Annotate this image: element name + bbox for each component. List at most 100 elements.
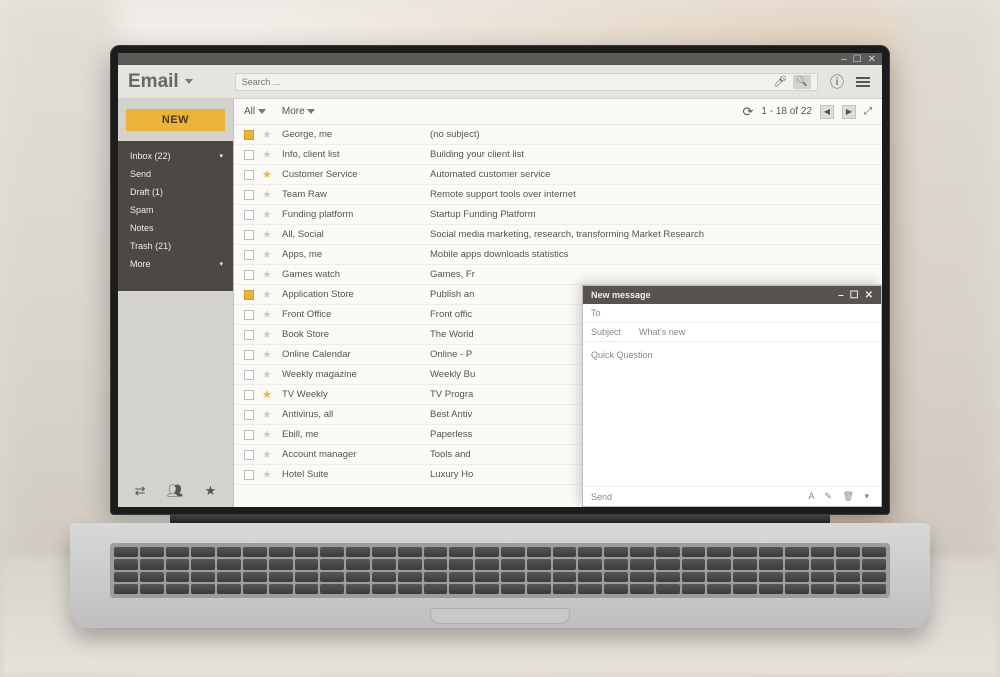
mail-row[interactable]: ★Funding platformStartup Funding Platfor… <box>234 205 882 225</box>
compose-close-icon[interactable]: ✕ <box>865 290 873 301</box>
compose-popout-icon[interactable]: ☐ <box>850 290 859 301</box>
row-checkbox[interactable] <box>244 350 254 360</box>
row-star-icon[interactable]: ★ <box>262 388 274 401</box>
compose-popup: New message – ☐ ✕ To Subject What's new <box>582 285 882 507</box>
app-title-dropdown[interactable]: Email <box>128 71 193 93</box>
folder-notes[interactable]: Notes <box>130 221 223 235</box>
compose-whatsnew[interactable]: What's new <box>639 327 685 337</box>
row-checkbox[interactable] <box>244 250 254 260</box>
window-close-icon[interactable]: ✕ <box>868 54 876 65</box>
folder-draft[interactable]: Draft (1) <box>130 185 223 199</box>
menu-icon[interactable] <box>856 77 870 87</box>
row-checkbox[interactable] <box>244 330 254 340</box>
row-star-icon[interactable]: ★ <box>262 148 274 161</box>
folder-more[interactable]: More▾ <box>130 257 223 271</box>
search-field-container[interactable]: 🎤︎ 🔍 <box>235 73 818 91</box>
row-sender: Apps, me <box>282 249 422 260</box>
row-star-icon[interactable]: ★ <box>262 228 274 241</box>
mail-row[interactable]: ★Games watchGames, Fr <box>234 265 882 285</box>
refresh-icon[interactable]: ⟳ <box>743 104 754 120</box>
compose-subject-label[interactable]: Subject <box>591 327 621 337</box>
mail-row[interactable]: ★Customer ServiceAutomated customer serv… <box>234 165 882 185</box>
compose-tools-icons[interactable]: A ✎ 🗑︎ ▾ <box>809 491 874 502</box>
row-checkbox[interactable] <box>244 430 254 440</box>
row-star-icon[interactable]: ★ <box>262 188 274 201</box>
expand-icon[interactable]: ⤢ <box>864 106 872 117</box>
star-icon[interactable]: ★ <box>205 483 217 499</box>
compose-minimize-icon[interactable]: – <box>838 290 844 301</box>
content-toolbar: All More ⟳ 1 - 18 of 22 ◀ ▶ ⤢ <box>234 99 882 125</box>
folder-spam[interactable]: Spam <box>130 203 223 217</box>
compose-title: New message <box>591 290 651 300</box>
sidebar: NEW Inbox (22)▾ Send Draft (1) Spam Note… <box>118 99 234 507</box>
folder-send[interactable]: Send <box>130 167 223 181</box>
mail-row[interactable]: ★Team RawRemote support tools over inter… <box>234 185 882 205</box>
row-checkbox[interactable] <box>244 410 254 420</box>
mail-row[interactable]: ★All, SocialSocial media marketing, rese… <box>234 225 882 245</box>
row-sender: Team Raw <box>282 189 422 200</box>
row-checkbox[interactable] <box>244 230 254 240</box>
compose-header[interactable]: New message – ☐ ✕ <box>583 286 881 304</box>
row-checkbox[interactable] <box>244 190 254 200</box>
row-checkbox[interactable] <box>244 130 254 140</box>
row-star-icon[interactable]: ★ <box>262 168 274 181</box>
search-button[interactable]: 🔍 <box>793 75 811 89</box>
mail-row[interactable]: ★Apps, meMobile apps downloads statistic… <box>234 245 882 265</box>
compose-new-button[interactable]: NEW <box>126 109 225 131</box>
row-star-icon[interactable]: ★ <box>262 368 274 381</box>
more-actions-dropdown[interactable]: More <box>282 106 316 117</box>
row-checkbox[interactable] <box>244 310 254 320</box>
row-sender: Ebill, me <box>282 429 422 440</box>
compose-send-button[interactable]: Send <box>591 492 612 502</box>
row-checkbox[interactable] <box>244 470 254 480</box>
filter-all-dropdown[interactable]: All <box>244 106 266 117</box>
page-next-button[interactable]: ▶ <box>842 105 856 119</box>
row-star-icon[interactable]: ★ <box>262 128 274 141</box>
email-client-screen: – ☐ ✕ Email 🎤︎ 🔍 ⓘ <box>118 53 882 507</box>
row-star-icon[interactable]: ★ <box>262 248 274 261</box>
folder-inbox[interactable]: Inbox (22)▾ <box>130 149 223 163</box>
row-checkbox[interactable] <box>244 390 254 400</box>
window-maximize-icon[interactable]: ☐ <box>853 54 862 65</box>
people-icon[interactable]: 👥︎ <box>167 483 184 499</box>
row-star-icon[interactable]: ★ <box>262 408 274 421</box>
caret-down-icon <box>258 109 266 114</box>
mail-row[interactable]: ★Info, client listBuilding your client l… <box>234 145 882 165</box>
row-sender: Online Calendar <box>282 349 422 360</box>
row-sender: Book Store <box>282 329 422 340</box>
window-minimize-icon[interactable]: – <box>841 54 847 65</box>
compose-footer: Send A ✎ 🗑︎ ▾ <box>583 486 881 506</box>
folder-label: Spam <box>130 205 154 215</box>
row-star-icon[interactable]: ★ <box>262 308 274 321</box>
row-checkbox[interactable] <box>244 270 254 280</box>
row-checkbox[interactable] <box>244 210 254 220</box>
compose-to-label[interactable]: To <box>591 308 601 318</box>
row-subject: Automated customer service <box>430 169 872 180</box>
row-star-icon[interactable]: ★ <box>262 348 274 361</box>
row-checkbox[interactable] <box>244 170 254 180</box>
row-star-icon[interactable]: ★ <box>262 208 274 221</box>
row-checkbox[interactable] <box>244 370 254 380</box>
folder-trash[interactable]: Trash (21) <box>130 239 223 253</box>
mail-content: All More ⟳ 1 - 18 of 22 ◀ ▶ ⤢ ★George, m… <box>234 99 882 507</box>
search-input[interactable] <box>242 77 767 87</box>
mail-row[interactable]: ★George, me(no subject) <box>234 125 882 145</box>
page-prev-button[interactable]: ◀ <box>820 105 834 119</box>
info-icon[interactable]: ⓘ <box>830 72 844 92</box>
row-star-icon[interactable]: ★ <box>262 328 274 341</box>
row-checkbox[interactable] <box>244 290 254 300</box>
row-star-icon[interactable]: ★ <box>262 288 274 301</box>
window-titlebar: – ☐ ✕ <box>118 53 882 65</box>
row-sender: Games watch <box>282 269 422 280</box>
row-star-icon[interactable]: ★ <box>262 268 274 281</box>
sidebar-bottom-icons: ⇄ 👥︎ ★ <box>118 475 233 507</box>
folder-label: Send <box>130 169 151 179</box>
compose-body[interactable]: Quick Question <box>583 342 881 486</box>
row-checkbox[interactable] <box>244 150 254 160</box>
row-star-icon[interactable]: ★ <box>262 428 274 441</box>
row-star-icon[interactable]: ★ <box>262 448 274 461</box>
settings-sliders-icon[interactable]: ⇄ <box>135 483 146 499</box>
row-star-icon[interactable]: ★ <box>262 468 274 481</box>
row-checkbox[interactable] <box>244 450 254 460</box>
mic-icon[interactable]: 🎤︎ <box>773 75 787 88</box>
